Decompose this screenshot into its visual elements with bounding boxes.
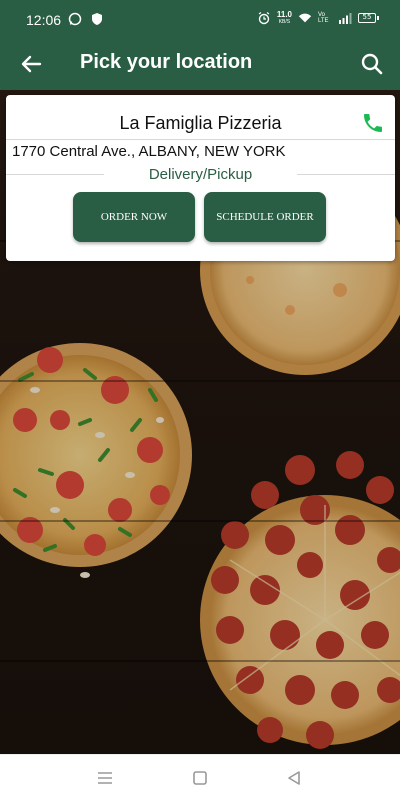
wifi-icon [298, 13, 312, 23]
volte-label: Vo LTE [318, 12, 329, 24]
location-card: La Famiglia Pizzeria 1770 Central Ave., … [6, 95, 395, 261]
status-time: 12:06 [26, 12, 62, 28]
network-speed: 11.0 [276, 10, 292, 19]
signal-icon [339, 13, 352, 24]
search-icon[interactable] [358, 50, 386, 78]
shield-icon [92, 13, 102, 25]
menu-icon[interactable] [96, 769, 114, 787]
alarm-icon [258, 12, 270, 25]
divider [6, 139, 395, 140]
page-title: Pick your location [80, 51, 253, 73]
back-triangle-icon[interactable] [285, 769, 303, 787]
service-mode-label: Delivery/Pickup [148, 166, 253, 183]
home-square-icon[interactable] [191, 769, 209, 787]
arrow-left-icon[interactable] [18, 50, 46, 78]
schedule-order-button[interactable]: SCHEDULE ORDER [204, 192, 326, 242]
system-nav-bar [0, 754, 400, 800]
restaurant-address: 1770 Central Ave., ALBANY, NEW YORK [12, 143, 286, 160]
app-bar: Pick your location [0, 40, 400, 90]
battery-level: 55 [362, 13, 372, 21]
restaurant-name: La Famiglia Pizzeria [119, 113, 282, 133]
battery-icon: 55 [358, 13, 379, 23]
phone-icon[interactable] [361, 111, 385, 135]
order-now-button[interactable]: ORDER NOW [73, 192, 195, 242]
whatsapp-icon [68, 12, 82, 26]
network-speed-unit: KB/S [278, 19, 291, 25]
status-bar: 12:06 11.0 KB/S Vo LTE 55 [0, 0, 400, 40]
